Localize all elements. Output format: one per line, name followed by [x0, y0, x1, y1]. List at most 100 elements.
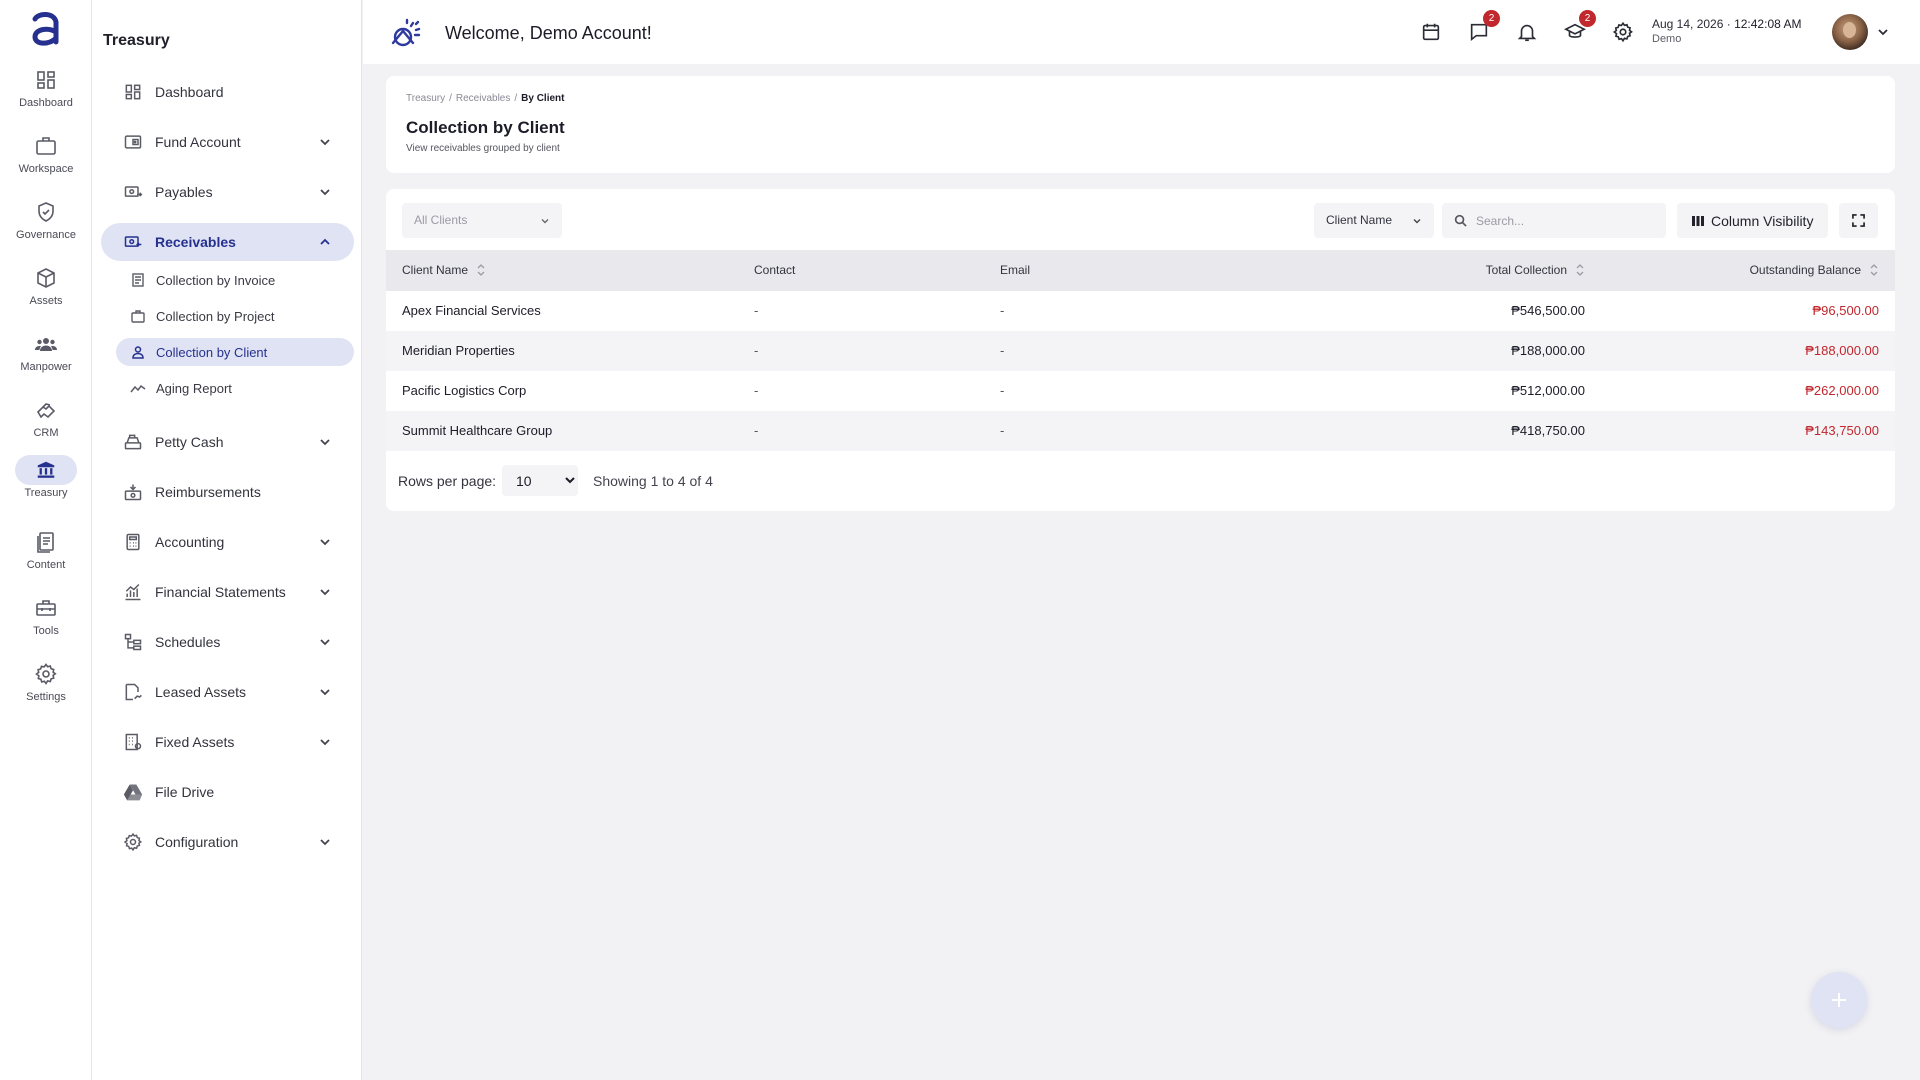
rail-label: Content — [26, 559, 66, 571]
chevron-down-icon — [320, 189, 330, 196]
reimburse-icon — [124, 484, 142, 501]
wallet-icon — [124, 135, 142, 149]
client-filter-select[interactable]: All Clients — [402, 203, 562, 238]
chevron-down-icon — [320, 139, 330, 146]
avatar[interactable] — [1832, 14, 1868, 50]
chevron-down-icon — [320, 589, 330, 596]
column-header-client-name[interactable]: Client Name — [402, 263, 486, 277]
welcome-message: Welcome, Demo Account! — [445, 23, 652, 43]
chevron-up-icon — [320, 238, 330, 245]
table-row[interactable]: Meridian Properties - - ₱188,000.00 ₱188… — [386, 331, 1895, 371]
messages-badge: 2 — [1483, 10, 1500, 27]
column-visibility-button[interactable]: Column Visibility — [1677, 203, 1828, 238]
sidebar-sub-collection-by-project[interactable]: Collection by Project — [116, 302, 354, 330]
sidebar-item-configuration[interactable]: Configuration — [101, 823, 354, 861]
rail-item-workspace[interactable]: Workspace — [0, 128, 92, 188]
table-row[interactable]: Apex Financial Services - - ₱546,500.00 … — [386, 291, 1895, 331]
cell-email: - — [1000, 343, 1005, 358]
briefcase-icon — [131, 310, 145, 323]
bell-icon[interactable] — [1516, 21, 1538, 43]
cell-outstanding-balance: ₱188,000.00 — [1805, 343, 1879, 358]
rail-label: Governance — [16, 229, 76, 241]
rail-item-manpower[interactable]: Manpower — [0, 326, 92, 386]
sidebar-item-accounting[interactable]: Accounting — [101, 523, 354, 561]
column-header-label: Contact — [754, 263, 796, 277]
chevron-down-icon — [320, 639, 330, 646]
briefcase-icon — [36, 137, 56, 155]
sidebar-item-reimbursements[interactable]: Reimbursements — [101, 473, 354, 511]
sidebar-item-label: Reimbursements — [155, 484, 261, 500]
messages-button[interactable]: 2 — [1468, 10, 1500, 43]
rail-item-content[interactable]: Content — [0, 524, 92, 584]
sidebar-item-payables[interactable]: Payables — [101, 173, 354, 211]
sidebar-sub-collection-by-invoice[interactable]: Collection by Invoice — [116, 266, 354, 294]
chevron-down-icon — [320, 689, 330, 696]
rail-item-treasury[interactable]: Treasury — [0, 452, 92, 512]
money-out-icon — [124, 186, 143, 197]
sidebar-sub-label: Collection by Project — [156, 308, 275, 324]
building-icon — [125, 733, 142, 751]
sidebar-item-dashboard[interactable]: Dashboard — [101, 73, 354, 111]
column-header-outstanding-balance[interactable]: Outstanding Balance — [1750, 263, 1879, 277]
courses-button[interactable]: 2 — [1564, 10, 1596, 43]
client-filter-value: All Clients — [414, 213, 468, 227]
sidebar-item-label: Schedules — [155, 634, 221, 650]
sidebar-item-label: Fixed Assets — [155, 734, 235, 750]
search-input[interactable] — [1476, 203, 1656, 238]
sidebar-item-fixed-assets[interactable]: Fixed Assets — [101, 723, 354, 761]
gear-icon — [123, 832, 143, 852]
column-header-label: Email — [1000, 263, 1031, 277]
cell-client-name: Pacific Logistics Corp — [402, 383, 527, 398]
calendar-icon[interactable] — [1420, 21, 1442, 43]
sidebar-item-fund-account[interactable]: Fund Account — [101, 123, 354, 161]
rail-label: Tools — [33, 625, 59, 637]
gear-icon[interactable] — [1612, 21, 1634, 43]
cash-register-icon — [124, 434, 142, 450]
sidebar-item-label: Leased Assets — [155, 684, 247, 700]
fullscreen-button[interactable] — [1839, 203, 1878, 238]
rail-item-governance[interactable]: Governance — [0, 194, 92, 254]
table-row[interactable]: Summit Healthcare Group - - ₱418,750.00 … — [386, 411, 1895, 451]
gear-icon — [35, 663, 57, 685]
rail-item-tools[interactable]: Tools — [0, 590, 92, 650]
search-column-value: Client Name — [1326, 213, 1393, 227]
cell-client-name: Meridian Properties — [402, 343, 515, 358]
sidebar-sub-aging-report[interactable]: Aging Report — [116, 374, 354, 402]
table-row[interactable]: Pacific Logistics Corp - - ₱512,000.00 ₱… — [386, 371, 1895, 411]
dashboard-icon — [125, 84, 141, 100]
breadcrumb-receivables[interactable]: Receivables — [456, 93, 510, 104]
sidebar-item-receivables[interactable]: Receivables — [101, 223, 354, 261]
sort-icon — [1576, 264, 1584, 276]
sidebar-item-petty-cash[interactable]: Petty Cash — [101, 423, 354, 461]
cell-contact: - — [754, 383, 759, 398]
chevron-down-icon[interactable] — [1876, 25, 1890, 39]
breadcrumb-treasury[interactable]: Treasury — [406, 93, 445, 104]
sidebar-sub-collection-by-client[interactable]: Collection by Client — [116, 338, 354, 366]
trend-icon — [130, 384, 146, 393]
sidebar-item-financial-statements[interactable]: Financial Statements — [101, 573, 354, 611]
rail-label: Workspace — [18, 163, 74, 175]
cell-contact: - — [754, 343, 759, 358]
page-header-card: Treasury / Receivables / By Client Collectio… — [386, 76, 1895, 173]
sidebar-item-schedules[interactable]: Schedules — [101, 623, 354, 661]
brand-logo-icon — [391, 18, 421, 47]
rail-item-settings[interactable]: Settings — [0, 656, 92, 716]
rail-label: Assets — [29, 295, 63, 307]
add-fab-button[interactable] — [1811, 972, 1867, 1028]
rows-per-page-select[interactable]: 10 — [502, 465, 578, 496]
search-box — [1442, 203, 1666, 238]
rail-label: Manpower — [20, 361, 72, 373]
rail-item-crm[interactable]: CRM — [0, 392, 92, 452]
app-logo-icon[interactable] — [28, 10, 64, 48]
sidebar-item-label: File Drive — [155, 784, 215, 800]
sidebar-item-file-drive[interactable]: File Drive — [101, 773, 354, 811]
sidebar-sub-label: Collection by Invoice — [156, 272, 276, 288]
rail-label: Dashboard — [19, 97, 73, 109]
rail-item-assets[interactable]: Assets — [0, 260, 92, 320]
invoice-icon — [132, 273, 144, 287]
column-header-label: Total Collection — [1485, 263, 1567, 277]
sidebar-item-leased-assets[interactable]: Leased Assets — [101, 673, 354, 711]
rail-item-dashboard[interactable]: Dashboard — [0, 62, 92, 122]
column-header-total-collection[interactable]: Total Collection — [1486, 263, 1585, 277]
search-column-select[interactable]: Client Name — [1314, 203, 1434, 238]
